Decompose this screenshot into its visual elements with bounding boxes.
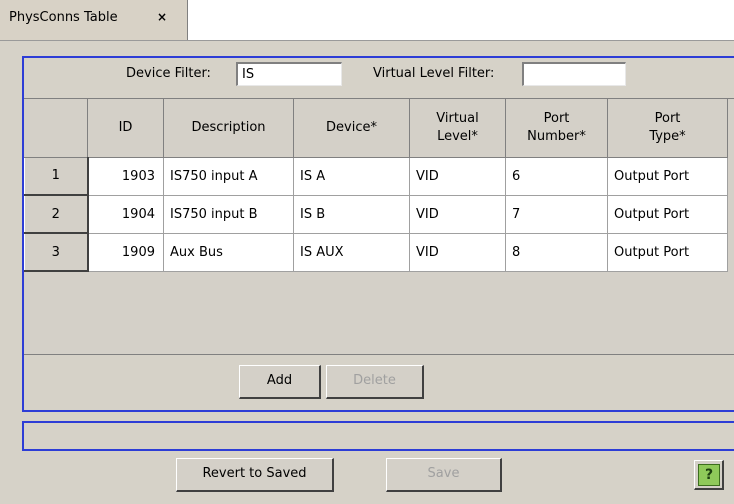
virtual-level-filter-label: Virtual Level Filter: [373, 66, 495, 81]
cell-device[interactable]: IS AUX [293, 233, 410, 272]
column-header-description[interactable]: Description [163, 99, 294, 158]
column-header-line: Type* [649, 128, 686, 144]
close-icon[interactable]: × [157, 10, 167, 24]
row-number-header[interactable]: 3 [24, 232, 89, 272]
table-header-row: ID Description Device* Virtual Level* Port Num… [24, 99, 728, 158]
cell-port-type[interactable]: Output Port [607, 195, 728, 234]
revert-to-saved-button[interactable]: Revert to Saved [176, 458, 334, 492]
column-header-device[interactable]: Device* [293, 99, 410, 158]
column-header-port-type[interactable]: Port Type* [607, 99, 728, 158]
help-button[interactable]: ? [694, 460, 724, 490]
table-row[interactable]: 3 1909 Aux Bus IS AUX VID 8 Output Port [24, 232, 728, 272]
grid-bottom-divider [24, 354, 734, 355]
table-row[interactable]: 2 1904 IS750 input B IS B VID 7 Output Port [24, 194, 728, 234]
add-button[interactable]: Add [239, 365, 321, 399]
save-button[interactable]: Save [386, 458, 502, 492]
status-bar [22, 421, 734, 451]
column-header-line: Description [191, 119, 266, 135]
cell-port-number[interactable]: 7 [505, 195, 608, 234]
device-filter-label: Device Filter: [126, 66, 211, 81]
row-number-header[interactable]: 2 [24, 194, 89, 234]
cell-port-number[interactable]: 6 [505, 157, 608, 196]
cell-device[interactable]: IS B [293, 195, 410, 234]
table-row[interactable]: 1 1903 IS750 input A IS A VID 6 Output Port [24, 156, 728, 196]
column-header-line: Virtual [436, 110, 479, 126]
column-header-line: ID [118, 119, 133, 135]
cell-virtual-level[interactable]: VID [409, 195, 506, 234]
virtual-level-filter-input[interactable] [522, 62, 626, 86]
column-header-virtual-level[interactable]: Virtual Level* [409, 99, 506, 158]
tab-title: PhysConns Table [9, 10, 118, 25]
data-grid: ID Description Device* Virtual Level* Port Num… [24, 98, 734, 355]
cell-port-number[interactable]: 8 [505, 233, 608, 272]
cell-virtual-level[interactable]: VID [409, 233, 506, 272]
cell-description[interactable]: Aux Bus [163, 233, 294, 272]
cell-id[interactable]: 1909 [87, 233, 164, 272]
cell-id[interactable]: 1904 [87, 195, 164, 234]
cell-description[interactable]: IS750 input B [163, 195, 294, 234]
column-header-port-number[interactable]: Port Number* [505, 99, 608, 158]
tab-physconns-table[interactable]: PhysConns Table × [0, 0, 188, 40]
column-header-line: Port [654, 110, 681, 126]
cell-device[interactable]: IS A [293, 157, 410, 196]
row-number-header[interactable]: 1 [24, 156, 89, 196]
delete-button[interactable]: Delete [326, 365, 424, 399]
cell-port-type[interactable]: Output Port [607, 157, 728, 196]
cell-port-type[interactable]: Output Port [607, 233, 728, 272]
cell-id[interactable]: 1903 [87, 157, 164, 196]
corner-header [24, 99, 88, 158]
device-filter-input[interactable] [236, 62, 342, 86]
cell-virtual-level[interactable]: VID [409, 157, 506, 196]
column-header-id[interactable]: ID [87, 99, 164, 158]
column-header-line: Port [543, 110, 570, 126]
column-header-line: Number* [527, 128, 586, 144]
cell-description[interactable]: IS750 input A [163, 157, 294, 196]
physconns-table: ID Description Device* Virtual Level* Port Num… [24, 99, 728, 272]
help-icon: ? [698, 464, 720, 486]
column-header-line: Device* [326, 119, 377, 135]
column-header-line: Level* [437, 128, 478, 144]
